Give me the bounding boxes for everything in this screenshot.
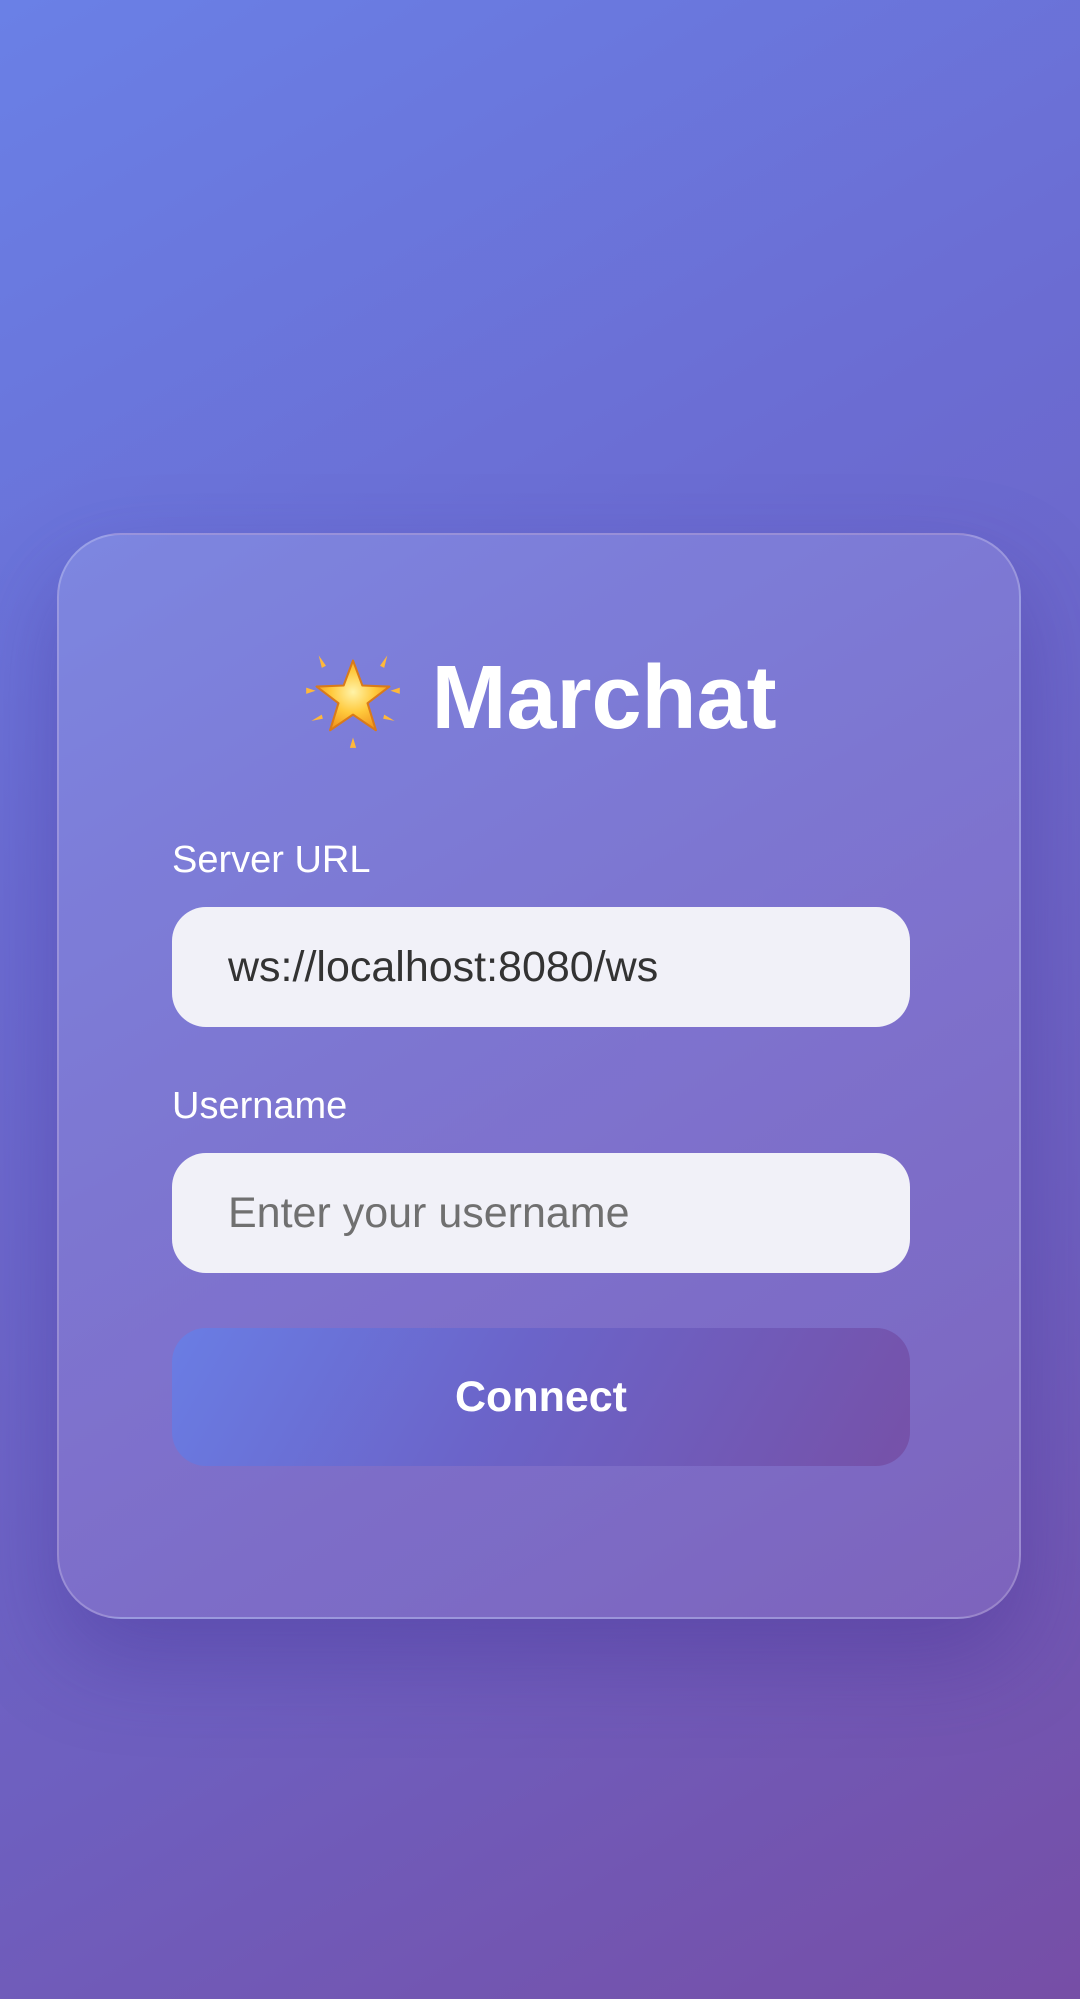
glowing-star-icon xyxy=(306,655,401,748)
app-title: Marchat xyxy=(431,648,777,748)
connect-button[interactable]: Connect xyxy=(172,1328,910,1466)
server-url-label: Server URL xyxy=(172,839,371,881)
username-label: Username xyxy=(172,1085,348,1127)
app-header: Marchat xyxy=(59,643,1019,753)
username-input[interactable] xyxy=(172,1153,910,1273)
login-card: Marchat Server URL Username Connect xyxy=(57,533,1021,1619)
server-url-input[interactable] xyxy=(172,907,910,1027)
